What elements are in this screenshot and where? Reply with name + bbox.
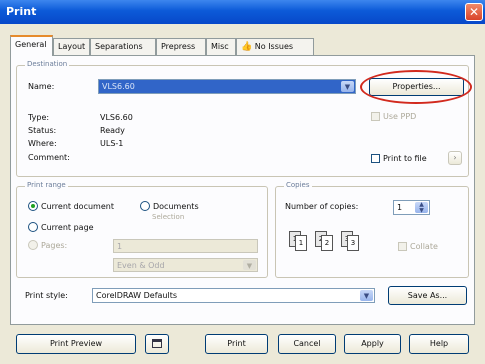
close-button[interactable]: ✕ [465,3,483,21]
thumbs-up-icon: 👍 [241,42,253,52]
destination-legend: Destination [25,60,70,68]
page-icon: 2 [321,235,333,251]
type-value: VLS6.60 [100,113,133,122]
print-style-value: CorelDRAW Defaults [96,291,178,300]
spinner-icon[interactable]: ▲ ▼ [415,202,428,214]
help-button[interactable]: Help [409,334,469,354]
copies-legend: Copies [284,181,312,189]
current-document-label: Current document [41,202,114,211]
chevron-down-icon[interactable]: ▼ [243,260,256,270]
properties-highlight-oval [360,70,472,104]
use-ppd-checkbox[interactable] [371,112,380,121]
printer-name-select[interactable]: VLS6.60 ▼ [98,79,356,94]
status-value: Ready [100,126,125,135]
save-as-button[interactable]: Save As... [388,286,467,305]
where-label: Where: [28,139,57,148]
collate-label: Collate [410,242,438,251]
selection-label: Selection [152,213,185,221]
number-of-copies-label: Number of copies: [285,202,359,211]
print-to-file-label: Print to file [383,154,427,163]
even-odd-value: Even & Odd [117,261,165,270]
use-ppd-label: Use PPD [383,112,417,121]
print-style-select[interactable]: CorelDRAW Defaults ▼ [92,288,375,303]
even-odd-select[interactable]: Even & Odd ▼ [113,258,258,272]
page-icon: 1 [295,235,307,251]
print-range-legend: Print range [25,181,68,189]
status-label: Status: [28,126,57,135]
type-label: Type: [28,113,50,122]
name-label: Name: [28,82,55,91]
copies-group: Copies [275,181,469,278]
print-preview-button[interactable]: Print Preview [16,334,136,354]
current-document-radio[interactable] [28,201,38,211]
pages-input[interactable]: 1 [113,239,258,253]
tab-prepress[interactable]: Prepress [156,38,206,55]
copies-value: 1 [397,203,403,212]
preview-window-icon [152,339,162,348]
chevron-down-icon[interactable]: ▼ [341,81,354,92]
chevron-down-icon[interactable]: ▼ [360,290,373,301]
documents-radio[interactable] [140,201,150,211]
collate-checkbox[interactable] [398,242,407,251]
title-bar[interactable]: Print ✕ [0,0,485,24]
where-value: ULS-1 [100,139,124,148]
pages-label: Pages: [41,241,68,250]
page-icon: 3 [347,235,359,251]
tab-no-issues[interactable]: 👍 No Issues [236,38,314,55]
cancel-button[interactable]: Cancel [278,334,336,354]
print-style-label: Print style: [25,291,68,300]
printer-name-value: VLS6.60 [102,82,135,91]
tab-separations[interactable]: Separations [90,38,156,55]
print-button[interactable]: Print [205,334,268,354]
tab-layout[interactable]: Layout [53,38,90,55]
copies-stepper[interactable]: 1 ▲ ▼ [393,200,430,215]
tab-general[interactable]: General [10,35,53,56]
print-dialog: Print ✕ General Layout Separations Prepr… [0,0,485,364]
print-to-file-checkbox[interactable] [371,154,380,163]
current-page-label: Current page [41,223,94,232]
tab-misc[interactable]: Misc [206,38,236,55]
comment-label: Comment: [28,153,70,162]
tab-no-issues-label: No Issues [254,42,294,51]
window-title: Print [6,5,37,18]
pages-radio[interactable] [28,240,38,250]
documents-label: Documents [153,202,199,211]
apply-button[interactable]: Apply [344,334,401,354]
file-options-arrow[interactable]: › [448,151,462,165]
current-page-radio[interactable] [28,222,38,232]
preview-mode-button[interactable] [145,334,169,354]
